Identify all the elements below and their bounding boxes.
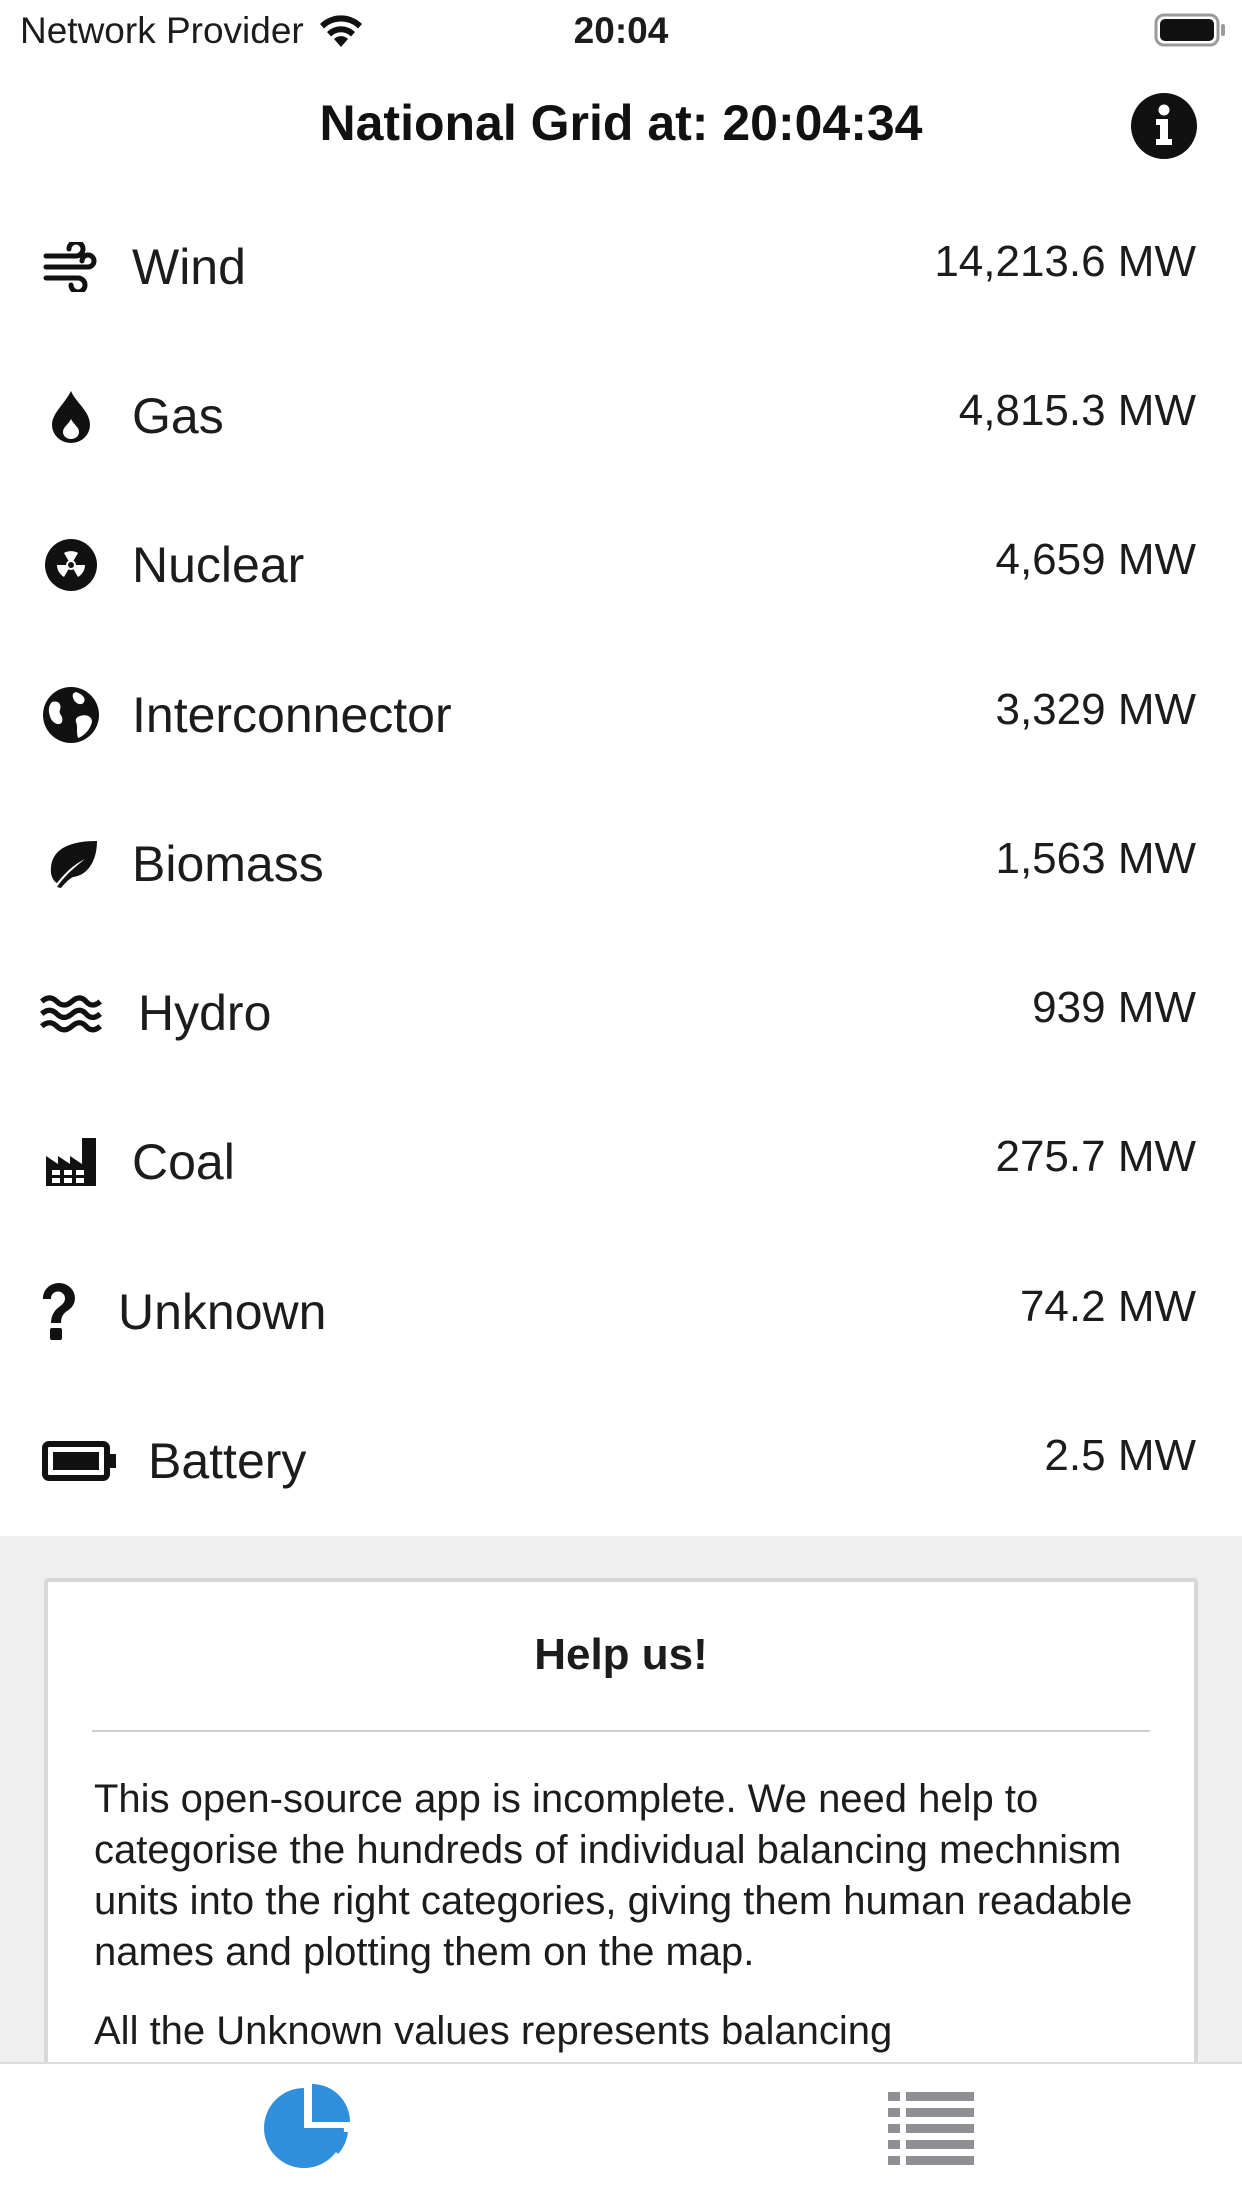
wind-icon [40, 236, 102, 298]
source-value: 4,815.3 MW [958, 385, 1196, 435]
leaf-icon [40, 833, 102, 895]
source-value: 4,659 MW [995, 535, 1196, 585]
source-value: 275.7 MW [995, 1132, 1196, 1182]
list-item-coal[interactable]: Coal 275.7 MW [0, 1088, 1242, 1237]
help-paragraph: All the Unknown values represents balanc… [94, 2009, 893, 2053]
generation-list: Wind 14,213.6 MW Gas 4,815.3 MW Nuclear … [0, 192, 1242, 1536]
source-value: 14,213.6 MW [934, 236, 1196, 286]
help-body: This open-source app is incomplete. We n… [94, 1774, 1150, 2057]
help-paragraph: This open-source app is incomplete. We n… [94, 1777, 1133, 1974]
page-title: National Grid at: 20:04:34 [319, 95, 923, 151]
question-icon [28, 1281, 90, 1343]
source-name: Nuclear [132, 537, 305, 594]
source-name: Wind [132, 238, 246, 295]
help-divider [92, 1730, 1150, 1732]
source-name: Hydro [138, 985, 272, 1042]
radiation-icon [40, 534, 102, 596]
list-icon[interactable] [886, 2082, 976, 2168]
source-value: 3,329 MW [995, 684, 1196, 734]
help-card: Help us! This open-source app is incompl… [44, 1578, 1198, 2062]
list-item-hydro[interactable]: Hydro 939 MW [0, 938, 1242, 1087]
water-icon [40, 982, 102, 1044]
list-item-interconnector[interactable]: Interconnector 3,329 MW [0, 640, 1242, 789]
navigation-bar: National Grid at: 20:04:34 [0, 60, 1242, 194]
source-value: 2.5 MW [1044, 1431, 1196, 1481]
help-section: Help us! This open-source app is incompl… [0, 1536, 1242, 2062]
list-item-unknown[interactable]: Unknown 74.2 MW [0, 1237, 1242, 1386]
flame-icon [40, 385, 102, 447]
screen: Network Provider 20:04 National Grid at:… [0, 0, 1242, 2208]
tab-bar [0, 2062, 1242, 2208]
factory-icon [40, 1131, 102, 1193]
pie-chart-icon[interactable] [264, 2082, 354, 2168]
status-bar: Network Provider 20:04 [0, 0, 1242, 60]
source-value: 939 MW [1032, 983, 1196, 1033]
list-item-biomass[interactable]: Biomass 1,563 MW [0, 789, 1242, 938]
source-name: Biomass [132, 835, 324, 892]
source-name: Coal [132, 1134, 235, 1191]
source-name: Battery [148, 1433, 307, 1490]
list-item-gas[interactable]: Gas 4,815.3 MW [0, 341, 1242, 490]
list-item-wind[interactable]: Wind 14,213.6 MW [0, 192, 1242, 341]
source-value: 1,563 MW [995, 833, 1196, 883]
status-time: 20:04 [573, 10, 669, 51]
info-icon[interactable] [1130, 92, 1198, 160]
help-title: Help us! [534, 1630, 708, 1679]
list-item-battery[interactable]: Battery 2.5 MW [0, 1386, 1242, 1535]
list-item-nuclear[interactable]: Nuclear 4,659 MW [0, 491, 1242, 640]
source-value: 74.2 MW [1019, 1281, 1196, 1331]
battery-status-icon [1154, 13, 1225, 47]
battery-icon [40, 1430, 120, 1492]
globe-icon [40, 684, 102, 746]
source-name: Gas [132, 387, 224, 444]
source-name: Interconnector [132, 686, 452, 743]
source-name: Unknown [118, 1283, 327, 1340]
